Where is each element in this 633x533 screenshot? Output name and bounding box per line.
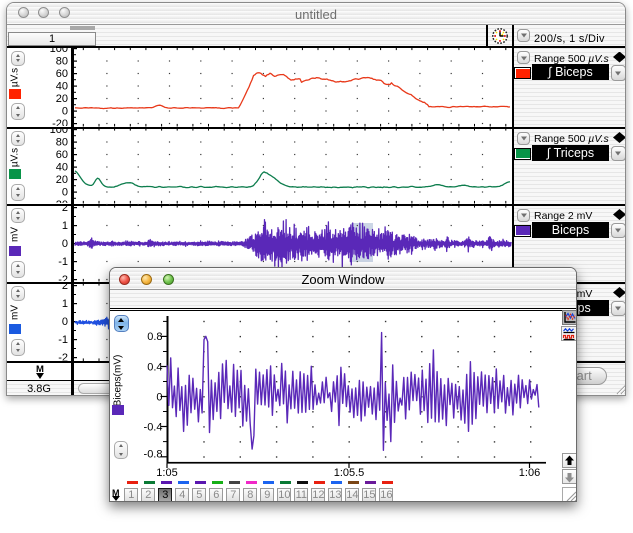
- svg-text:0: 0: [62, 106, 68, 118]
- svg-text:1:05.5: 1:05.5: [334, 467, 365, 479]
- svg-text:60: 60: [56, 68, 68, 80]
- svg-text:1: 1: [62, 220, 68, 232]
- svg-text:80: 80: [56, 56, 68, 68]
- svg-text:-1: -1: [58, 256, 68, 268]
- svg-text:1:06: 1:06: [519, 467, 540, 479]
- svg-text:0.8: 0.8: [147, 331, 162, 343]
- svg-text:1: 1: [62, 298, 68, 310]
- svg-text:0: 0: [156, 391, 162, 403]
- svg-text:80: 80: [56, 137, 68, 149]
- svg-text:1:05: 1:05: [156, 467, 177, 479]
- svg-text:40: 40: [56, 81, 68, 93]
- svg-text:2: 2: [62, 202, 68, 214]
- svg-text:-1: -1: [58, 334, 68, 346]
- svg-text:100: 100: [50, 43, 68, 55]
- svg-text:20: 20: [56, 93, 68, 105]
- svg-text:40: 40: [56, 162, 68, 174]
- svg-text:0: 0: [62, 187, 68, 199]
- svg-text:0.4: 0.4: [147, 361, 162, 373]
- svg-text:-2: -2: [58, 352, 68, 364]
- svg-text:20: 20: [56, 174, 68, 186]
- svg-text:2: 2: [62, 280, 68, 292]
- svg-text:-0.8: -0.8: [144, 448, 163, 460]
- svg-text:-20: -20: [52, 118, 68, 130]
- svg-text:0: 0: [62, 316, 68, 328]
- svg-text:60: 60: [56, 149, 68, 161]
- svg-text:0: 0: [62, 238, 68, 250]
- svg-text:-0.4: -0.4: [144, 421, 163, 433]
